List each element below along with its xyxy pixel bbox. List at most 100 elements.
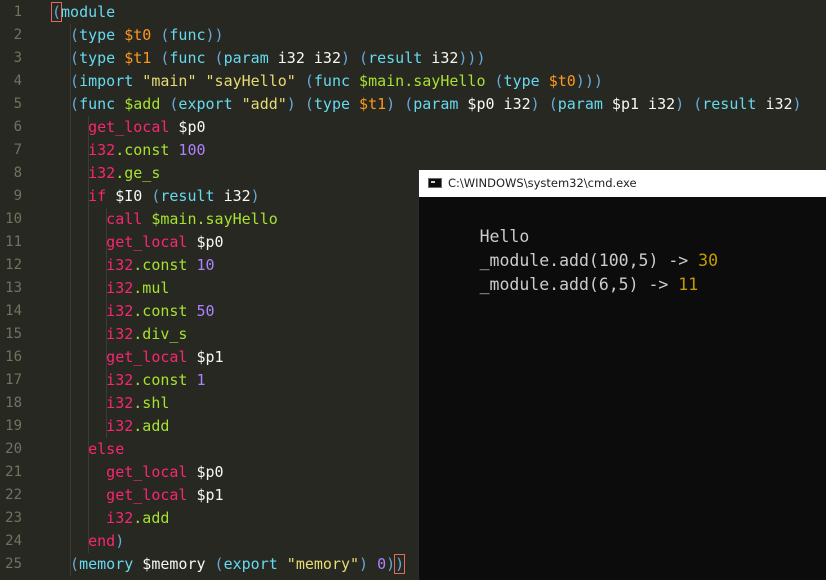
- line-number: 25: [5, 556, 22, 572]
- code-token: (: [214, 555, 224, 573]
- code-line[interactable]: i32.div_s: [52, 323, 187, 346]
- line-number: 4: [13, 73, 22, 89]
- code-token: i32: [88, 141, 116, 159]
- cmd-titlebar[interactable]: C:\WINDOWS\system32\cmd.exe: [419, 170, 826, 197]
- code-token: .const: [133, 371, 197, 389]
- code-token: ) (: [386, 95, 414, 113]
- code-line[interactable]: if $I0 (result i32): [52, 185, 260, 208]
- line-number: 20: [5, 441, 22, 457]
- code-line[interactable]: get_local $p0: [52, 231, 224, 254]
- code-token: else: [88, 440, 125, 458]
- code-token: .const: [115, 141, 179, 159]
- code-token: i32: [106, 417, 134, 435]
- code-token: (: [70, 49, 80, 67]
- code-token: $t1: [359, 95, 387, 113]
- code-line[interactable]: i32.ge_s: [52, 162, 160, 185]
- code-token: type: [503, 72, 549, 90]
- code-token: i32: [106, 279, 134, 297]
- line-number-gutter: 1 2 3 4 5 6 7 8 9 10 11 12 13 14 15 16 17 18 19 20 21 22 23 24 2…: [0, 0, 44, 580]
- code-token: $t0: [548, 72, 576, 90]
- code-token: "add": [241, 95, 287, 113]
- console-line-text: _module.add(6,5) ->: [479, 275, 679, 294]
- code-token: func: [169, 49, 215, 67]
- code-line[interactable]: (import "main" "sayHello" (func $main.sa…: [52, 70, 603, 93]
- code-token: $add: [124, 95, 161, 113]
- code-line[interactable]: get_local $p0: [52, 461, 224, 484]
- code-token: ): [792, 95, 802, 113]
- code-token: $p1 i32: [611, 95, 676, 113]
- line-number: 1: [13, 4, 22, 20]
- code-token: i32: [106, 509, 134, 527]
- code-token: $memory: [142, 555, 215, 573]
- code-token: i32: [106, 394, 134, 412]
- code-token: $p0 i32: [467, 95, 531, 113]
- code-line[interactable]: i32.add: [52, 415, 169, 438]
- console-result-value: 30: [698, 251, 719, 270]
- code-line[interactable]: (memory $memory (export "memory") 0)): [52, 553, 406, 576]
- line-number: 11: [5, 234, 22, 250]
- code-line[interactable]: (func $add (export "add") (type $t1) (pa…: [52, 93, 802, 116]
- code-line[interactable]: i32.add: [52, 507, 169, 530]
- line-number: 14: [5, 303, 22, 319]
- code-token: call: [106, 210, 152, 228]
- code-token: type: [79, 26, 125, 44]
- code-token: ))): [458, 49, 486, 67]
- code-token: ) (: [340, 49, 369, 67]
- code-token: param: [557, 95, 612, 113]
- code-token: $p0: [169, 118, 206, 136]
- code-token: 50: [196, 302, 215, 320]
- code-line[interactable]: (type $t1 (func (param i32 i32) (result …: [52, 47, 485, 70]
- cmd-window-title: C:\WINDOWS\system32\cmd.exe: [448, 176, 637, 190]
- code-token: result: [160, 187, 224, 205]
- line-number: 8: [13, 165, 22, 181]
- code-token: func: [79, 95, 125, 113]
- code-token: (: [70, 95, 80, 113]
- cmd-window[interactable]: C:\WINDOWS\system32\cmd.exe Hello _modul…: [418, 170, 826, 580]
- code-token: i32: [223, 187, 251, 205]
- line-number: 2: [13, 27, 22, 43]
- code-line[interactable]: get_local $p1: [52, 346, 224, 369]
- code-line[interactable]: i32.const 1: [52, 369, 205, 392]
- code-line[interactable]: i32.const 10: [52, 254, 214, 277]
- line-number: 10: [5, 211, 22, 227]
- code-token: (: [214, 49, 224, 67]
- code-line[interactable]: i32.shl: [52, 392, 169, 415]
- line-number: 23: [5, 510, 22, 526]
- code-token: ) (: [286, 95, 314, 113]
- code-token: type: [79, 49, 125, 67]
- matched-bracket: ): [394, 554, 406, 574]
- code-token: ): [386, 555, 396, 573]
- line-number: 12: [5, 257, 22, 273]
- code-line[interactable]: (module: [50, 1, 115, 24]
- code-line[interactable]: (type $t0 (func)): [52, 24, 224, 47]
- code-token: .mul: [133, 279, 170, 297]
- code-token: $p1: [187, 486, 224, 504]
- code-token: ): [115, 532, 125, 550]
- code-line[interactable]: else: [52, 438, 124, 461]
- line-number: 19: [5, 418, 22, 434]
- code-token: 100: [178, 141, 206, 159]
- console-line: _module.add(6,5) -> 11: [420, 249, 699, 321]
- code-token: ): [250, 187, 260, 205]
- code-token: $p1: [187, 348, 224, 366]
- code-token: "main" "sayHello": [142, 72, 296, 90]
- code-token: i32: [106, 256, 134, 274]
- code-token: ))): [575, 72, 603, 90]
- code-line[interactable]: end): [52, 530, 124, 553]
- line-number: 22: [5, 487, 22, 503]
- code-token: (: [304, 72, 314, 90]
- code-line[interactable]: i32.mul: [52, 277, 169, 300]
- code-token: (: [70, 555, 80, 573]
- code-token: func: [313, 72, 360, 90]
- code-line[interactable]: get_local $p0: [52, 116, 206, 139]
- code-line[interactable]: get_local $p1: [52, 484, 224, 507]
- code-token: $p0: [187, 233, 224, 251]
- code-token: $I0: [115, 187, 152, 205]
- code-line[interactable]: i32.const 100: [52, 139, 206, 162]
- code-token: $p0: [187, 463, 224, 481]
- code-line[interactable]: i32.const 50: [52, 300, 215, 323]
- code-token: import: [79, 72, 143, 90]
- code-line[interactable]: call $main.sayHello: [52, 208, 278, 231]
